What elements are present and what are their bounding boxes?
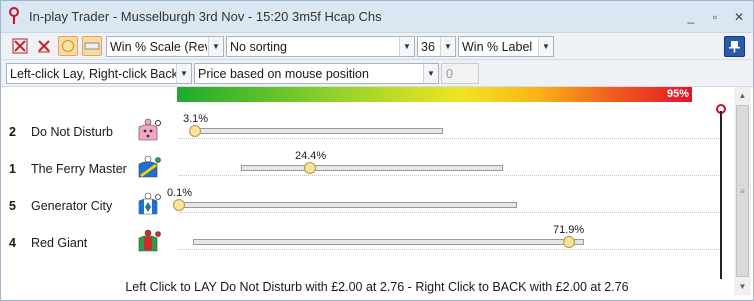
win-percent-marker[interactable] bbox=[173, 199, 185, 211]
jockey-silks-icon bbox=[138, 229, 161, 252]
win-percent-label: 0.1% bbox=[167, 187, 193, 199]
win-percent-scale-bar: 95% bbox=[177, 87, 692, 102]
price-mode-select[interactable]: Price based on mouse position ▼ bbox=[194, 63, 439, 84]
scroll-thumb[interactable]: ≡ bbox=[736, 105, 749, 277]
win-percent-marker[interactable] bbox=[563, 236, 575, 248]
window-title: In-play Trader - Musselburgh 3rd Nov - 1… bbox=[29, 9, 382, 24]
chevron-down-icon: ▼ bbox=[538, 37, 553, 56]
clear-lay-button[interactable] bbox=[10, 36, 30, 56]
pin-window-button[interactable] bbox=[724, 36, 745, 57]
runner-name: The Ferry Master bbox=[31, 162, 127, 176]
vertical-position-line[interactable] bbox=[720, 111, 722, 279]
click-mode-select-value: Left-click Lay, Right-click Back bbox=[10, 67, 178, 81]
runner-panel: 95% 2 Do Not Disturb 3.1% 1 The Ferry Ma… bbox=[1, 87, 753, 300]
row-divider bbox=[179, 138, 719, 139]
maximize-button[interactable]: ▫ bbox=[707, 9, 723, 25]
runner-row[interactable]: 5 Generator City 0.1% bbox=[1, 187, 721, 224]
circle-marker-toggle[interactable] bbox=[58, 36, 78, 56]
row-divider bbox=[179, 212, 719, 213]
label-select[interactable]: Win % Label ▼ bbox=[458, 36, 554, 57]
minimize-button[interactable]: _ bbox=[683, 9, 699, 25]
runner-name: Generator City bbox=[31, 199, 113, 213]
circle-icon bbox=[62, 40, 74, 52]
jockey-silks-icon bbox=[138, 192, 161, 215]
row-divider bbox=[179, 175, 719, 176]
price-mode-select-value: Price based on mouse position bbox=[198, 67, 369, 81]
offset-input-value: 0 bbox=[446, 67, 453, 81]
cross-box-icon bbox=[12, 38, 28, 54]
sort-select-value: No sorting bbox=[230, 40, 287, 54]
cross-icon bbox=[38, 40, 50, 53]
odds-range-bar[interactable] bbox=[193, 239, 584, 245]
size-select-value: 36 bbox=[421, 40, 435, 54]
status-message: Left Click to LAY Do Not Disturb with £2… bbox=[125, 280, 629, 294]
runner-row[interactable]: 4 Red Giant 71.9% bbox=[1, 224, 721, 261]
runner-row[interactable]: 2 Do Not Disturb 3.1% bbox=[1, 113, 721, 150]
click-mode-select[interactable]: Left-click Lay, Right-click Back ▼ bbox=[6, 63, 192, 84]
chevron-down-icon: ▼ bbox=[440, 37, 455, 56]
vertical-scrollbar[interactable]: ▲ ≡ ▼ bbox=[734, 87, 751, 295]
win-percent-marker[interactable] bbox=[189, 125, 201, 137]
title-bar: In-play Trader - Musselburgh 3rd Nov - 1… bbox=[1, 1, 753, 33]
close-button[interactable]: ✕ bbox=[731, 9, 747, 25]
runner-number: 4 bbox=[9, 236, 16, 250]
clear-back-button[interactable] bbox=[34, 36, 54, 56]
runner-name: Red Giant bbox=[31, 236, 88, 250]
win-percent-label: 71.9% bbox=[553, 224, 585, 236]
chevron-down-icon: ▼ bbox=[176, 64, 191, 83]
chevron-down-icon: ▼ bbox=[208, 37, 223, 56]
runner-number: 5 bbox=[9, 199, 16, 213]
row-divider bbox=[179, 249, 719, 250]
runner-number: 1 bbox=[9, 162, 16, 176]
runner-number: 2 bbox=[9, 125, 16, 139]
win-percent-label: 3.1% bbox=[183, 113, 209, 125]
scale-select-value: Win % Scale (Rev bbox=[110, 40, 207, 54]
label-select-value: Win % Label bbox=[462, 40, 533, 54]
runner-row[interactable]: 1 The Ferry Master 24.4% bbox=[1, 150, 721, 187]
win-percent-marker[interactable] bbox=[304, 162, 316, 174]
jockey-silks-icon bbox=[138, 118, 161, 141]
pin-icon bbox=[9, 7, 19, 24]
scroll-up-icon[interactable]: ▲ bbox=[734, 87, 751, 104]
odds-range-bar[interactable] bbox=[241, 165, 503, 171]
odds-range-bar[interactable] bbox=[177, 202, 517, 208]
bar-icon bbox=[84, 42, 100, 50]
sort-select[interactable]: No sorting ▼ bbox=[226, 36, 415, 57]
toolbar-secondary: Left-click Lay, Right-click Back ▼ Price… bbox=[1, 60, 753, 87]
odds-range-bar[interactable] bbox=[191, 128, 443, 134]
win-percent-label: 24.4% bbox=[295, 150, 327, 162]
scale-select[interactable]: Win % Scale (Rev ▼ bbox=[106, 36, 224, 57]
chevron-down-icon: ▼ bbox=[423, 64, 438, 83]
pushpin-icon bbox=[729, 41, 740, 53]
chevron-down-icon: ▼ bbox=[399, 37, 414, 56]
in-play-trader-window: In-play Trader - Musselburgh 3rd Nov - 1… bbox=[0, 0, 754, 301]
toolbar-primary: Win % Scale (Rev ▼ No sorting ▼ 36 ▼ Win… bbox=[1, 33, 753, 60]
scale-max-label: 95% bbox=[666, 88, 689, 100]
jockey-silks-icon bbox=[138, 155, 161, 178]
runner-name: Do Not Disturb bbox=[31, 125, 113, 139]
size-select[interactable]: 36 ▼ bbox=[417, 36, 456, 57]
bar-marker-toggle[interactable] bbox=[82, 36, 102, 56]
offset-input[interactable]: 0 bbox=[441, 63, 479, 84]
